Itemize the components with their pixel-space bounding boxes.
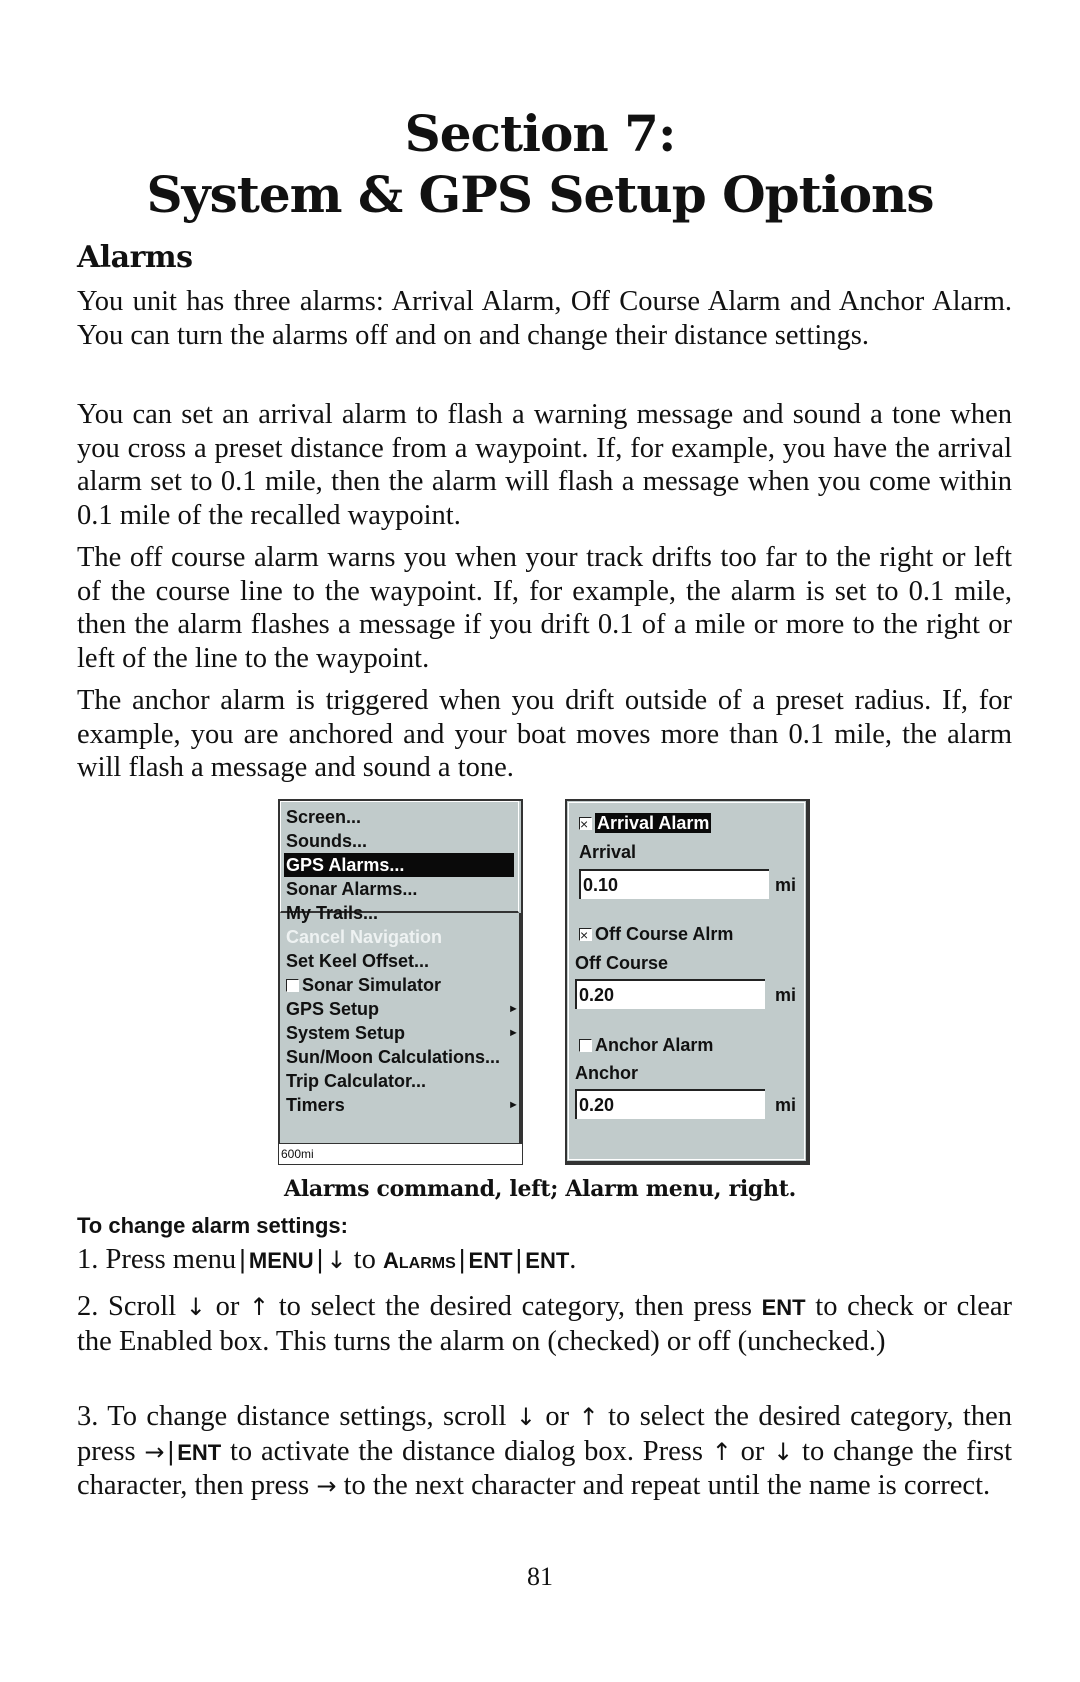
key-separator: | [316, 1244, 324, 1274]
toggle-label: Anchor Alarm [595, 1035, 714, 1055]
step-2: 2. Scroll ↓ or ↑ to select the desired c… [77, 1290, 1012, 1358]
key-ent: ENT [177, 1439, 222, 1465]
off-course-alarm-toggle[interactable]: Off Course Alrm [579, 922, 734, 947]
menu-item-gps-setup[interactable]: GPS Setup ► [286, 997, 519, 1021]
menu-item-label: Cancel Navigation [286, 927, 443, 947]
step-text: to [346, 1244, 383, 1275]
anchor-unit: mi [775, 1095, 797, 1115]
menu-command-alarms: ALARMS [383, 1248, 456, 1273]
menu-item-label: Sun/Moon Calculations... [286, 1047, 501, 1067]
menu-item-label: System Setup [286, 1023, 406, 1043]
key-ent: ENT [525, 1248, 570, 1273]
off-course-unit: mi [775, 985, 797, 1005]
anchor-distance-input[interactable]: 0.20 [575, 1089, 765, 1119]
menu-item-label: Sonar Alarms... [286, 879, 418, 899]
menu-item-label: Trip Calculator... [286, 1071, 427, 1091]
step-text: 2. Scroll [77, 1291, 186, 1322]
submenu-arrow-icon: ► [508, 1027, 519, 1039]
down-arrow-icon: ↓ [185, 1293, 206, 1321]
key-separator: | [458, 1244, 466, 1274]
menu-item-trip-calculator[interactable]: Trip Calculator... [286, 1069, 426, 1093]
menu-item-gps-alarms[interactable]: GPS Alarms... [284, 853, 514, 877]
menu-item-label: Set Keel Offset... [286, 951, 430, 971]
main-menu-screen: Screen... Sounds... GPS Alarms... Sonar … [278, 799, 523, 1165]
submenu-arrow-icon: ► [508, 1099, 519, 1111]
key-separator: | [239, 1244, 246, 1274]
menu-item-label: GPS Alarms... [286, 855, 405, 875]
alarms-heading: Alarms [77, 240, 193, 275]
menu-item-sonar-simulator[interactable]: Sonar Simulator [286, 973, 441, 997]
manual-page: Section 7: System & GPS Setup Options Al… [0, 0, 1080, 1682]
down-arrow-icon: ↓ [773, 1437, 794, 1466]
step-text: or [731, 1435, 774, 1467]
step-text: 3. To change distance settings, scroll [77, 1401, 516, 1432]
menu-item-cancel-navigation: Cancel Navigation [286, 925, 442, 949]
up-arrow-icon: ↑ [248, 1293, 270, 1321]
off-course-field-label: Off Course [575, 953, 669, 973]
menu-item-label: Timers [286, 1095, 345, 1115]
arrival-alarm-toggle[interactable]: Arrival Alarm [579, 811, 712, 836]
menu-item-my-trails[interactable]: My Trails... [286, 901, 378, 925]
paragraph-arrival: You can set an arrival alarm to flash a … [77, 399, 1012, 531]
paragraph-anchor: The anchor alarm is triggered when you d… [77, 685, 1012, 784]
menu-item-timers[interactable]: Timers ► [286, 1093, 519, 1117]
menu-item-label: Sonar Simulator [302, 975, 442, 995]
checkbox-unchecked-icon[interactable] [579, 1039, 592, 1052]
key-menu: MENU [248, 1248, 314, 1273]
step-text: to activate the distance dialog box. Pre… [221, 1435, 712, 1467]
toggle-label: Off Course Alrm [595, 924, 734, 944]
alarm-menu-screen: Arrival Alarm Arrival 0.10 mi Off Course… [565, 799, 810, 1165]
right-arrow-icon: → [316, 1472, 337, 1501]
step-text: or [205, 1291, 249, 1322]
key-ent: ENT [761, 1295, 806, 1320]
menu-item-label: GPS Setup [286, 999, 380, 1019]
menu-item-label: My Trails... [286, 903, 379, 923]
checkbox-checked-icon[interactable] [579, 812, 592, 836]
right-arrow-icon: → [144, 1437, 165, 1466]
step-text: . [569, 1244, 577, 1275]
anchor-alarm-toggle[interactable]: Anchor Alarm [579, 1033, 713, 1057]
arrival-field-label: Arrival [579, 842, 637, 862]
small-caps-rest: LARMS [398, 1255, 456, 1272]
figure-caption: Alarms command, left; Alarm menu, right. [284, 1176, 796, 1202]
section-subtitle: System & GPS Setup Options [146, 165, 934, 224]
section-title: Section 7: [404, 104, 677, 163]
down-arrow-icon: ↓ [326, 1246, 347, 1274]
menu-item-sounds[interactable]: Sounds... [286, 829, 367, 853]
menu-item-label: Sounds... [286, 831, 367, 851]
key-separator: | [167, 1435, 175, 1466]
menu-border [519, 913, 521, 1143]
up-arrow-icon: ↑ [711, 1437, 732, 1466]
step-3: 3. To change distance settings, scroll ↓… [77, 1400, 1012, 1504]
off-course-distance-input[interactable]: 0.20 [575, 979, 765, 1009]
range-status-bar: 600mi [278, 1143, 523, 1165]
up-arrow-icon: ↑ [578, 1403, 599, 1431]
paragraph-off-course: The off course alarm warns you when your… [77, 542, 1012, 674]
menu-item-label: Screen... [286, 807, 362, 827]
paragraph-intro: You unit has three alarms: Arrival Alarm… [77, 286, 1012, 351]
down-arrow-icon: ↓ [515, 1403, 536, 1431]
anchor-field-label: Anchor [575, 1063, 638, 1083]
arrival-unit: mi [775, 875, 797, 895]
menu-item-set-keel-offset[interactable]: Set Keel Offset... [286, 949, 429, 973]
arrival-distance-input[interactable]: 0.10 [579, 869, 769, 899]
step-text: to select the desired category, then pre… [269, 1291, 762, 1322]
step-text: 1. Press menu [77, 1244, 237, 1275]
menu-item-system-setup[interactable]: System Setup ► [286, 1021, 519, 1045]
submenu-arrow-icon: ► [508, 1003, 519, 1015]
page-number: 81 [527, 1562, 553, 1591]
step-text: to the next character and repeat until t… [336, 1470, 991, 1502]
toggle-label: Arrival Alarm [595, 813, 712, 833]
step-1: 1. Press menu | MENU | ↓ to ALARMS | ENT | ENT. [77, 1243, 1012, 1281]
menu-item-sun-moon[interactable]: Sun/Moon Calculations... [286, 1045, 500, 1069]
menu-item-sonar-alarms[interactable]: Sonar Alarms... [286, 877, 417, 901]
menu-item-screen[interactable]: Screen... [286, 805, 361, 829]
procedure-heading: To change alarm settings: [77, 1213, 348, 1238]
small-caps-initial: A [382, 1248, 399, 1273]
key-separator: | [515, 1244, 523, 1274]
checkbox-checked-icon[interactable] [579, 923, 592, 947]
key-ent: ENT [468, 1248, 513, 1273]
checkbox-unchecked-icon[interactable] [286, 979, 299, 992]
step-text: or [535, 1401, 579, 1432]
